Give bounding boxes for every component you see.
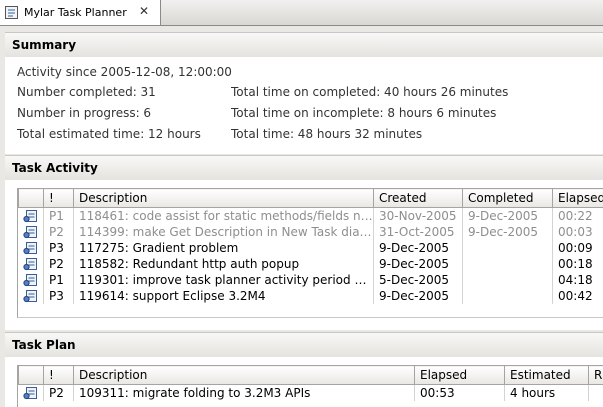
column-header-description[interactable]: Description <box>73 365 415 385</box>
cell-completed: 9-Dec-2005 <box>462 224 553 240</box>
table-row[interactable]: P1 118461: code assist for static methods… <box>18 207 603 224</box>
cell-completed <box>462 256 553 272</box>
task-planner-view: Summary Activity since 2005-12-08, 12:00… <box>0 26 603 407</box>
column-header-priority[interactable]: ! <box>43 188 74 208</box>
task-activity-header-row: ! Description Created Completed Elapsed <box>18 188 603 208</box>
cell-elapsed: 00:03 <box>552 224 603 240</box>
cell-priority: P3 <box>43 240 74 256</box>
time-on-completed: Total time on completed: 40 hours 26 min… <box>231 85 509 99</box>
cell-priority: P2 <box>43 256 74 272</box>
table-row[interactable]: P2 114399: make Get Description in New Ta… <box>18 224 603 240</box>
cell-created: 30-Nov-2005 <box>373 207 463 224</box>
task-icon <box>23 226 37 239</box>
cell-description: 114399: make Get Description in New Task… <box>73 224 374 240</box>
cell-elapsed: 04:18 <box>552 272 603 288</box>
task-plan-section: ! Description Elapsed Estimated R P2 1093… <box>5 357 603 407</box>
task-activity-title: Task Activity <box>12 161 98 175</box>
cell-completed <box>462 240 553 256</box>
cell-completed: 9-Dec-2005 <box>462 207 553 224</box>
cell-created: 5-Dec-2005 <box>373 272 463 288</box>
task-icon <box>23 290 37 303</box>
cell-priority: P2 <box>43 224 74 240</box>
task-plan-title: Task Plan <box>12 338 76 352</box>
cell-elapsed: 00:22 <box>552 207 603 224</box>
cell-priority: P1 <box>43 272 74 288</box>
tab-title: Mylar Task Planner <box>24 6 127 19</box>
column-header-completed[interactable]: Completed <box>462 188 553 208</box>
cell-extra <box>588 384 603 401</box>
task-icon-cell <box>18 207 44 224</box>
task-icon-cell <box>18 224 44 240</box>
column-header-estimated[interactable]: Estimated <box>504 365 589 385</box>
cell-elapsed: 00:09 <box>552 240 603 256</box>
summary-section-header[interactable]: Summary <box>5 32 603 57</box>
view-tab-strip: Mylar Task Planner ✕ <box>0 0 603 26</box>
cell-priority: P3 <box>43 288 74 304</box>
cell-priority: P2 <box>43 384 74 401</box>
task-icon-cell <box>18 240 44 256</box>
column-header-description[interactable]: Description <box>73 188 374 208</box>
number-in-progress: Number in progress: 6 <box>17 106 152 120</box>
task-icon <box>23 258 37 271</box>
summary-section: Activity since 2005-12-08, 12:00:00 Numb… <box>5 57 603 154</box>
close-icon[interactable]: ✕ <box>139 4 149 18</box>
task-icon <box>23 210 37 223</box>
cell-created: 9-Dec-2005 <box>373 240 463 256</box>
cell-completed <box>462 272 553 288</box>
column-header-truncated[interactable]: R <box>588 365 603 385</box>
column-header-elapsed[interactable]: Elapsed <box>552 188 603 208</box>
cell-description: 109311: migrate folding to 3.2M3 APIs <box>73 384 415 401</box>
cell-created: 9-Dec-2005 <box>373 288 463 304</box>
activity-since: Activity since 2005-12-08, 12:00:00 <box>17 65 232 79</box>
cell-completed <box>462 288 553 304</box>
cell-estimated: 4 hours <box>504 384 589 401</box>
cell-description: 118582: Redundant http auth popup <box>73 256 374 272</box>
total-estimated-time: Total estimated time: 12 hours <box>17 127 201 141</box>
task-icon-cell <box>18 384 44 401</box>
task-icon <box>23 274 37 287</box>
task-activity-section: ! Description Created Completed Elapsed … <box>5 180 603 330</box>
table-row[interactable]: P2 109311: migrate folding to 3.2M3 APIs 0… <box>18 384 603 401</box>
mylar-task-planner-tab[interactable]: Mylar Task Planner ✕ <box>0 0 161 25</box>
number-completed: Number completed: 31 <box>17 85 156 99</box>
task-activity-table: ! Description Created Completed Elapsed … <box>17 188 603 318</box>
task-plan-section-header[interactable]: Task Plan <box>5 332 603 357</box>
cell-description: 118461: code assist for static methods/f… <box>73 207 374 224</box>
column-header-icon[interactable] <box>18 188 44 208</box>
cell-elapsed: 00:42 <box>552 288 603 304</box>
task-icon <box>23 387 37 400</box>
column-header-icon[interactable] <box>18 365 44 385</box>
cell-elapsed: 00:53 <box>414 384 505 401</box>
total-time: Total time: 48 hours 32 minutes <box>231 127 423 141</box>
table-row[interactable]: P3 117275: Gradient problem 9-Dec-2005 00:0… <box>18 240 603 256</box>
task-plan-table: ! Description Elapsed Estimated R P2 1093… <box>17 365 603 407</box>
time-on-incomplete: Total time on incomplete: 8 hours 6 minu… <box>231 106 497 120</box>
task-icon-cell <box>18 256 44 272</box>
table-row[interactable]: P3 119614: support Eclipse 3.2M4 9-Dec-200… <box>18 288 603 304</box>
cell-priority: P1 <box>43 207 74 224</box>
task-icon-cell <box>18 272 44 288</box>
cell-description: 117275: Gradient problem <box>73 240 374 256</box>
cell-created: 31-Oct-2005 <box>373 224 463 240</box>
task-icon-cell <box>18 288 44 304</box>
table-row[interactable]: P1 119301: improve task planner activity … <box>18 272 603 288</box>
task-icon <box>23 242 37 255</box>
column-header-priority[interactable]: ! <box>43 365 74 385</box>
cell-description: 119301: improve task planner activity pe… <box>73 272 374 288</box>
task-plan-header-row: ! Description Elapsed Estimated R <box>18 365 603 385</box>
cell-created: 9-Dec-2005 <box>373 256 463 272</box>
column-header-created[interactable]: Created <box>373 188 463 208</box>
task-planner-icon <box>5 6 18 19</box>
cell-description: 119614: support Eclipse 3.2M4 <box>73 288 374 304</box>
cell-elapsed: 00:18 <box>552 256 603 272</box>
column-header-elapsed[interactable]: Elapsed <box>414 365 505 385</box>
task-activity-section-header[interactable]: Task Activity <box>5 155 603 180</box>
table-row[interactable]: P2 118582: Redundant http auth popup 9-Dec… <box>18 256 603 272</box>
summary-title: Summary <box>12 38 77 52</box>
